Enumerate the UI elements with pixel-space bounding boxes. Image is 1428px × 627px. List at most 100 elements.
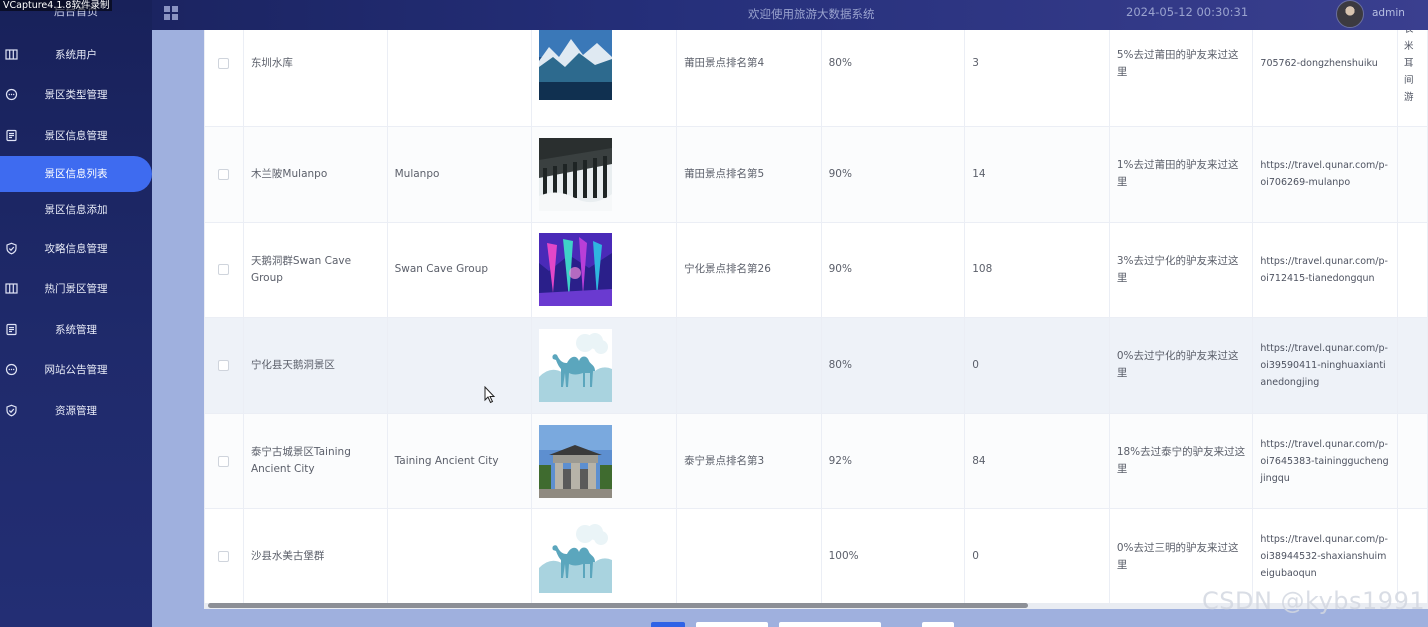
- sidebar-item-1[interactable]: 景区类型管理: [0, 75, 152, 116]
- cell-count: 14: [964, 126, 1110, 223]
- apps-grid-icon[interactable]: [162, 4, 180, 22]
- sidebar: 后台首页 系统用户 景区类型管理 景区信息管理 景区信息列表 景区信息添加 攻略信息管理热…: [0, 0, 152, 627]
- cell-overflow: [1396, 317, 1428, 414]
- sidebar-item-9[interactable]: 资源管理: [0, 390, 152, 431]
- row-checkbox[interactable]: [218, 58, 230, 69]
- sidebar-item-label: 系统管理: [55, 323, 97, 336]
- header-username[interactable]: admin: [1372, 7, 1405, 19]
- pagination-current[interactable]: [651, 622, 685, 627]
- sidebar-item-6[interactable]: 热门景区管理: [0, 268, 152, 309]
- header-datetime: 2024-05-12 00:30:31: [1126, 5, 1249, 19]
- row-checkbox-cell[interactable]: [204, 126, 244, 223]
- cell-rank: [676, 317, 822, 414]
- cell-name: 宁化县天鹅洞景区: [242, 317, 388, 414]
- cell-name: 东圳水库: [242, 30, 388, 127]
- cell-visited: 3%去过宁化的驴友来过这里: [1108, 221, 1254, 319]
- row-checkbox[interactable]: [218, 264, 230, 276]
- cell-rank: 莆田景点排名第5: [676, 126, 822, 223]
- row-checkbox[interactable]: [218, 455, 230, 467]
- row-checkbox-cell[interactable]: [204, 412, 244, 510]
- chat-icon: [4, 363, 18, 377]
- scenic-thumbnail[interactable]: [539, 233, 669, 307]
- scenic-thumbnail[interactable]: [539, 424, 669, 498]
- row-checkbox[interactable]: [218, 168, 230, 180]
- row-checkbox[interactable]: [218, 551, 230, 563]
- columns-icon: [4, 282, 18, 296]
- table-row[interactable]: 天鹅洞群Swan Cave Group Swan Cave Group 宁化景点排名…: [204, 221, 1428, 319]
- columns-icon: [4, 47, 18, 61]
- sidebar-item-5[interactable]: 攻略信息管理: [0, 228, 152, 269]
- cell-image: [531, 412, 678, 510]
- cell-rank: [676, 508, 822, 605]
- row-checkbox-cell[interactable]: [204, 30, 244, 127]
- row-checkbox-cell[interactable]: [204, 221, 244, 319]
- sidebar-subitem-scenic-add[interactable]: 景区信息添加: [0, 192, 152, 228]
- cell-url: https://travel.qunar.com/p-oi39590411-ni…: [1252, 317, 1398, 414]
- cell-name: 泰宁古城景区Taining Ancient City: [242, 412, 388, 510]
- cell-overflow: [1396, 412, 1428, 510]
- document-icon: [4, 128, 18, 142]
- avatar[interactable]: [1336, 0, 1364, 28]
- row-checkbox-cell[interactable]: [204, 508, 244, 605]
- sidebar-item-label: 景区类型管理: [44, 89, 108, 102]
- cell-rate: 90%: [820, 126, 966, 223]
- csdn-watermark: CSDN @kybs1991: [1202, 587, 1426, 615]
- cell-english-name: [386, 30, 533, 127]
- cell-image: [531, 30, 678, 127]
- sidebar-item-label: 热门景区管理: [44, 283, 108, 296]
- cell-rate: 92%: [820, 412, 966, 510]
- cell-image: [531, 508, 678, 605]
- cell-url: https://travel.qunar.com/p-oi712415-tian…: [1252, 221, 1398, 319]
- sidebar-item-label: 景区信息添加: [44, 204, 108, 217]
- cell-name: 天鹅洞群Swan Cave Group: [242, 221, 388, 319]
- scenic-spot-table: 东圳水库 莆田景点排名第4 80% 3 5%去过莆田的驴友来过这里 705762-dong…: [204, 30, 1428, 605]
- table-row[interactable]: 木兰陂Mulanpo Mulanpo 莆田景点排名第5 90% 14 1%去过莆田的驴友来…: [204, 126, 1428, 223]
- pagination-jumper[interactable]: [922, 622, 954, 627]
- sidebar-item-0[interactable]: 系统用户: [0, 34, 152, 75]
- sidebar-item-2[interactable]: 景区信息管理: [0, 115, 152, 156]
- cell-rank: 宁化景点排名第26: [676, 221, 822, 319]
- cell-url: https://travel.qunar.com/p-oi706269-mula…: [1252, 126, 1398, 223]
- cell-count: 108: [964, 221, 1110, 319]
- scenic-thumbnail[interactable]: [539, 328, 669, 402]
- table-row[interactable]: 泰宁古城景区Taining Ancient City Taining Ancien…: [204, 412, 1428, 510]
- cell-count: 3: [964, 30, 1110, 127]
- cell-visited: 0%去过宁化的驴友来过这里: [1108, 317, 1254, 414]
- pagination-page-size[interactable]: [696, 622, 768, 627]
- scenic-thumbnail[interactable]: [539, 30, 669, 100]
- scenic-thumbnail[interactable]: [539, 520, 669, 594]
- cell-rate: 90%: [820, 221, 966, 319]
- pagination-pages[interactable]: [779, 622, 881, 627]
- row-checkbox-cell[interactable]: [204, 317, 244, 414]
- sidebar-item-8[interactable]: 网站公告管理: [0, 350, 152, 391]
- table-row[interactable]: 东圳水库 莆田景点排名第4 80% 3 5%去过莆田的驴友来过这里 705762-dong…: [204, 30, 1428, 127]
- cell-visited: 18%去过泰宁的驴友来过这里: [1108, 412, 1254, 510]
- cell-rate: 80%: [820, 30, 966, 127]
- sidebar-item-label: 攻略信息管理: [44, 242, 108, 255]
- header-title: 欢迎使用旅游大数据系统: [748, 7, 875, 21]
- shield-icon: [4, 241, 18, 255]
- sidebar-item-label: 资源管理: [55, 404, 97, 417]
- sidebar-subitem-scenic-list[interactable]: 景区信息列表: [0, 155, 152, 192]
- cell-overflow: [1396, 126, 1428, 223]
- shield-icon: [4, 403, 18, 417]
- content-panel: 东圳水库 莆田景点排名第4 80% 3 5%去过莆田的驴友来过这里 705762-dong…: [204, 30, 1428, 609]
- table-row[interactable]: 宁化县天鹅洞景区 80% 0 0%去过宁化的驴友来过这里 https://travel.…: [204, 317, 1428, 414]
- chat-icon: [4, 88, 18, 102]
- cell-name: 沙县水美古堡群: [242, 508, 388, 605]
- mouse-cursor-icon: [484, 386, 496, 404]
- cell-english-name: Swan Cave Group: [386, 221, 533, 319]
- cell-english-name: [386, 317, 533, 414]
- cell-count: 84: [964, 412, 1110, 510]
- row-checkbox[interactable]: [218, 359, 230, 371]
- cell-count: 0: [964, 508, 1110, 605]
- cell-url: 705762-dongzhenshuiku: [1252, 30, 1398, 127]
- sidebar-item-7[interactable]: 系统管理: [0, 309, 152, 350]
- cell-rank: 泰宁景点排名第3: [676, 412, 822, 510]
- horizontal-scrollbar-thumb[interactable]: [208, 603, 1028, 608]
- sidebar-item-label: 网站公告管理: [44, 364, 108, 377]
- cell-english-name: Taining Ancient City: [386, 412, 533, 510]
- cell-image: [531, 317, 678, 414]
- scenic-thumbnail[interactable]: [539, 137, 669, 211]
- top-header: 欢迎使用旅游大数据系统 2024-05-12 00:30:31 admin: [152, 0, 1428, 30]
